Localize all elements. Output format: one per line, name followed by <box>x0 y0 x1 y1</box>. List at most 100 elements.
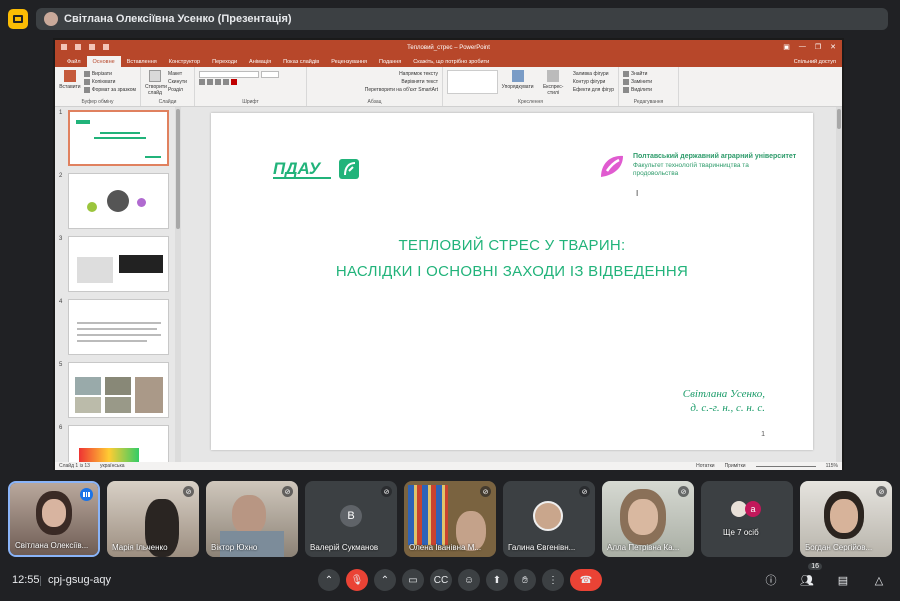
activities-button[interactable]: △ <box>868 569 890 591</box>
present-icon[interactable] <box>103 44 109 50</box>
participant-tile[interactable]: ⊘ Алла Петрівна Ка... <box>602 481 694 557</box>
reset-button[interactable]: Скинути <box>168 78 187 86</box>
save-icon[interactable] <box>61 44 67 50</box>
layout-button[interactable]: Макет <box>168 70 187 78</box>
quick-styles-button[interactable]: Експрес-стилі <box>538 70 569 96</box>
slide-thumbnail-6[interactable] <box>68 425 169 462</box>
maximize-icon[interactable]: ❐ <box>815 43 821 51</box>
tab-insert[interactable]: Вставлення <box>121 56 163 67</box>
avatar: a <box>745 501 761 517</box>
editor-scrollbar[interactable] <box>836 107 842 462</box>
people-button[interactable]: 👥︎ 16 <box>796 563 822 591</box>
microphone-button[interactable]: 🎙︎ <box>346 569 368 591</box>
underline-icon[interactable] <box>215 79 221 85</box>
section-button[interactable]: Розділ <box>168 86 187 94</box>
paste-button[interactable]: Вставити <box>59 70 81 94</box>
bold-icon[interactable] <box>199 79 205 85</box>
strikethrough-icon[interactable] <box>223 79 229 85</box>
font-color-icon[interactable] <box>231 79 237 85</box>
font-name-field[interactable] <box>199 70 259 78</box>
select-button[interactable]: Виділити <box>623 86 674 94</box>
participant-strip: Світлана Олексіїв... ⊘ Марія Ільченко ⊘ … <box>8 481 892 557</box>
leave-call-button[interactable]: ☎︎ <box>570 569 602 591</box>
tab-slideshow[interactable]: Показ слайдів <box>277 56 325 67</box>
slide-thumbnail-3[interactable] <box>68 236 169 292</box>
more-participants-tile[interactable]: a Ще 7 осіб <box>701 481 793 557</box>
share-button[interactable]: Спільний доступ <box>788 56 842 67</box>
ribbon-options-icon[interactable]: ▣ <box>783 43 790 51</box>
presentation-chip[interactable]: Світлана Олексіївна Усенко (Презентація) <box>36 8 888 30</box>
redo-icon[interactable] <box>89 44 95 50</box>
camera-options-button[interactable]: ⌃ <box>374 569 396 591</box>
arrange-icon <box>511 70 524 82</box>
participant-tile[interactable]: ⊘ Віктор Юхно <box>206 481 298 557</box>
present-screen-icon: ⬆ <box>492 574 502 586</box>
slide-thumbnail-4[interactable] <box>68 299 169 355</box>
slide-thumbnail-1[interactable] <box>68 110 169 166</box>
shape-outline-label: Контур фігури <box>572 79 606 85</box>
shapes-gallery[interactable] <box>447 70 498 94</box>
text-direction-button[interactable]: Напрямок тексту <box>311 70 438 78</box>
current-slide[interactable]: ПДАУ Полтавський державний аграрний унів… <box>211 113 813 450</box>
zoom-level[interactable]: 115% <box>826 463 838 469</box>
shape-outline-button[interactable]: Контур фігури <box>573 78 614 86</box>
arrange-label: Упорядкувати <box>501 84 534 90</box>
meeting-code[interactable]: cpj-gsug-aqy <box>48 574 111 586</box>
participant-tile[interactable]: ⊘ Марія Ільченко <box>107 481 199 557</box>
tab-home[interactable]: Основне <box>86 56 121 67</box>
shape-fill-button[interactable]: Заливка фігури <box>573 70 614 78</box>
mic-off-icon: ⊘ <box>183 486 194 497</box>
comments-button[interactable]: Примітки <box>725 463 746 469</box>
arrange-button[interactable]: Упорядкувати <box>502 70 534 96</box>
align-text-button[interactable]: Вирівняти текст <box>311 78 438 86</box>
format-painter-label: Формат за зразком <box>91 87 136 93</box>
search-icon <box>623 71 629 77</box>
slide-thumbnail-5[interactable] <box>68 362 169 418</box>
tab-file[interactable]: Файл <box>61 56 87 67</box>
italic-icon[interactable] <box>207 79 213 85</box>
tab-design[interactable]: Конструктор <box>163 56 206 67</box>
shape-effects-button[interactable]: Ефекти для фігур <box>573 86 614 94</box>
people-count-badge: 16 <box>808 563 822 570</box>
participant-tile[interactable]: В ⊘ Валерій Сукманов <box>305 481 397 557</box>
raise-hand-button[interactable]: ✋︎ <box>514 569 536 591</box>
zoom-slider[interactable] <box>755 466 816 467</box>
participant-tile[interactable]: ⊘ Богдан Сергійов... <box>800 481 892 557</box>
slide-page-number: 1 <box>761 431 765 438</box>
format-painter-button[interactable]: Формат за зразком <box>83 86 136 94</box>
participant-tile[interactable]: ⊘ Галина Євгенівн... <box>503 481 595 557</box>
copy-icon <box>83 79 90 85</box>
close-icon[interactable]: ✕ <box>830 43 836 51</box>
font-size-field[interactable] <box>261 70 279 78</box>
minimize-icon[interactable]: — <box>799 43 806 51</box>
replace-button[interactable]: Замінити <box>623 78 674 86</box>
copy-label: Копіювати <box>91 79 116 85</box>
camera-button[interactable]: ▭ <box>402 569 424 591</box>
tab-review[interactable]: Рецензування <box>325 56 373 67</box>
author-block: Світлана Усенко, д. с.-г. н., с. н. с. <box>683 387 765 415</box>
copy-button[interactable]: Копіювати <box>83 78 136 86</box>
language-indicator[interactable]: українська <box>100 463 125 469</box>
tab-transitions[interactable]: Переходи <box>206 56 243 67</box>
more-options-button[interactable]: ⋮ <box>542 569 564 591</box>
faculty-name: Факультет технологій тваринництва та про… <box>633 162 749 177</box>
present-button[interactable]: ⬆ <box>486 569 508 591</box>
chat-button[interactable]: ▤ <box>832 569 854 591</box>
participant-tile[interactable]: Світлана Олексіїв... <box>8 481 100 557</box>
find-button[interactable]: Знайти <box>623 70 674 78</box>
tell-me-search[interactable]: Скажіть, що потрібно зробити <box>407 56 495 67</box>
tab-animations[interactable]: Анімація <box>243 56 277 67</box>
tab-view[interactable]: Подання <box>373 56 407 67</box>
participant-tile[interactable]: ⊘ Олена Іванівна М... <box>404 481 496 557</box>
notes-button[interactable]: Нотатки <box>696 463 714 469</box>
slide-thumbnail-2[interactable] <box>68 173 169 229</box>
reactions-button[interactable]: ☺ <box>458 569 480 591</box>
cut-button[interactable]: Вирізати <box>83 70 136 78</box>
captions-button[interactable]: CC <box>430 569 452 591</box>
mic-options-button[interactable]: ⌃ <box>318 569 340 591</box>
new-slide-button[interactable]: Створити слайд <box>145 70 167 96</box>
thumb-number: 4 <box>59 299 63 305</box>
smartart-button[interactable]: Перетворити на об'єкт SmartArt <box>311 86 438 94</box>
undo-icon[interactable] <box>75 44 81 50</box>
meeting-details-button[interactable]: ⓘ <box>760 569 782 591</box>
